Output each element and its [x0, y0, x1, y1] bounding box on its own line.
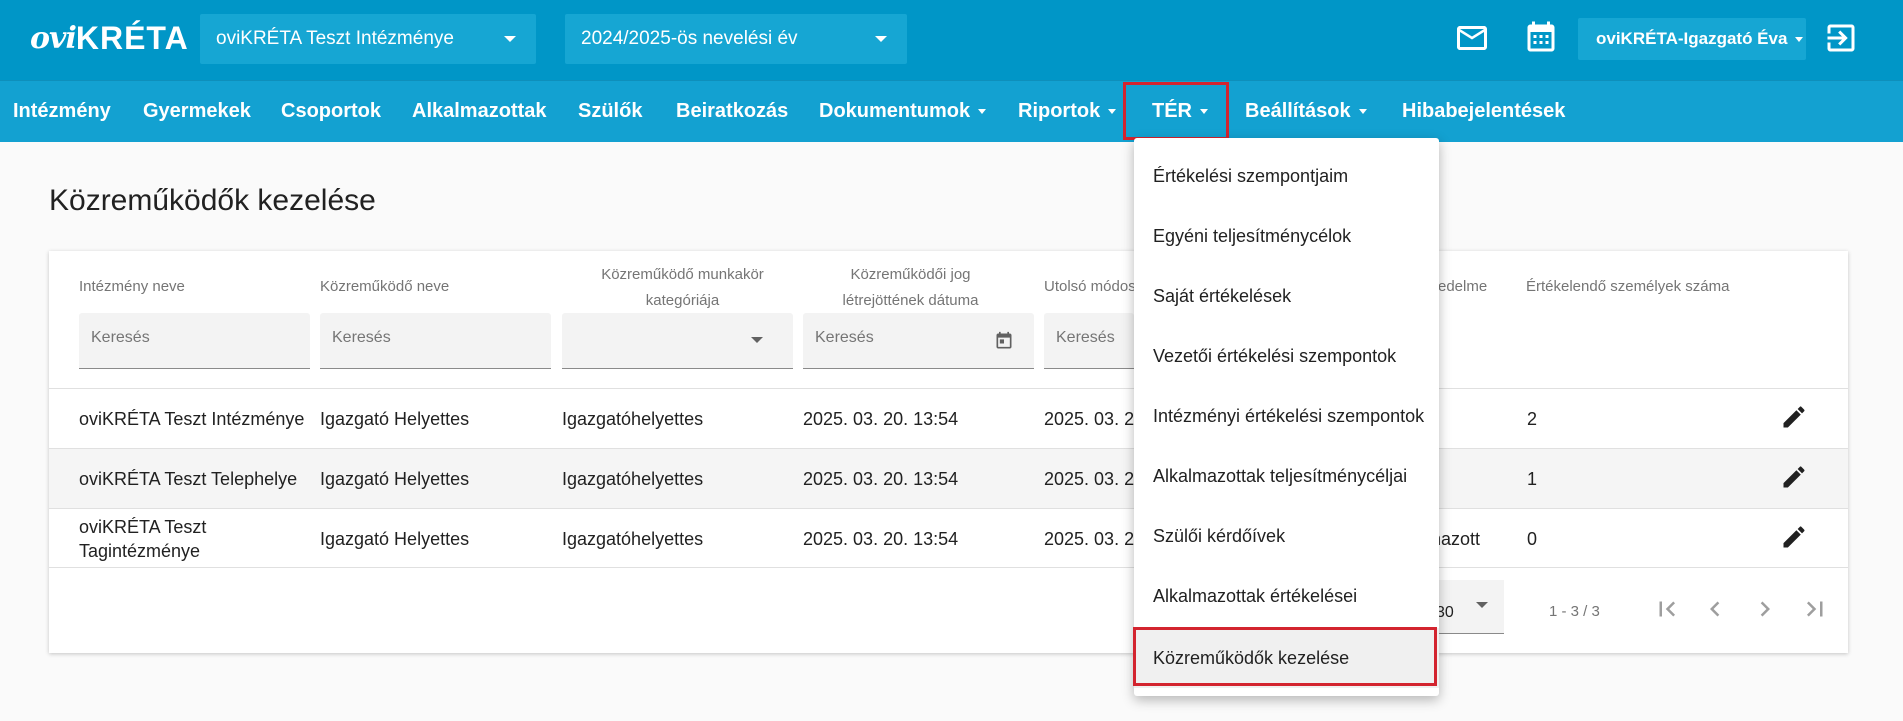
- cell-institution: oviKRÉTA Teszt Intézménye: [79, 409, 305, 429]
- first-page-icon[interactable]: [1652, 594, 1682, 624]
- cell-evaluated-count: 0: [1527, 529, 1538, 549]
- institution-search-input[interactable]: [79, 313, 310, 369]
- nav-item-label: Alkalmazottak: [412, 99, 547, 122]
- nav-item-csoportok[interactable]: Csoportok: [281, 80, 381, 142]
- chevron-down-icon: [978, 108, 987, 114]
- chevron-down-icon: [1358, 108, 1367, 114]
- nav-item-szulok[interactable]: Szülők: [578, 80, 642, 142]
- column-header-right-date[interactable]: Közreműködői jog létrejöttének dátuma: [818, 262, 1003, 314]
- chevron-down-icon: [504, 36, 516, 42]
- app-logo[interactable]: ovi KRÉTA: [30, 12, 189, 64]
- institution-search-field[interactable]: [91, 329, 241, 347]
- nav-item-label: Csoportok: [281, 99, 381, 122]
- chevron-down-icon: [1108, 108, 1117, 114]
- previous-page-icon[interactable]: [1700, 594, 1730, 624]
- chevron-down-icon: [1476, 602, 1488, 608]
- menu-item-intezmenyi-ertekelesi-szempontok[interactable]: Intézményi értékelési szempontok: [1134, 386, 1439, 446]
- nav-item-alkalmazottak[interactable]: Alkalmazottak: [412, 80, 547, 142]
- column-header-last-modified[interactable]: Utolsó módos: [1044, 274, 1136, 300]
- nav-item-label: Hibabejelentések: [1402, 99, 1566, 122]
- user-menu-button[interactable]: oviKRÉTA-Igazgató Éva: [1578, 18, 1806, 60]
- nav-item-label: Intézmény: [13, 99, 111, 122]
- column-header-evaluated-count[interactable]: Értékelendő személyek száma: [1526, 274, 1729, 300]
- edit-icon[interactable]: [1780, 463, 1808, 491]
- job-category-select[interactable]: [562, 313, 793, 369]
- cell-last-modified: 2025. 03. 2: [1044, 529, 1135, 549]
- nav-item-label: Szülők: [578, 99, 643, 122]
- logo-kreta-text: KRÉTA: [75, 19, 189, 56]
- menu-item-egyeni-teljesitmenycelok[interactable]: Egyéni teljesítménycélok: [1134, 206, 1439, 266]
- nav-item-riportok[interactable]: Riportok: [1018, 80, 1117, 142]
- nav-item-label: Dokumentumok: [819, 99, 971, 122]
- cell-job-category: Igazgatóhelyettes: [562, 409, 704, 429]
- ter-dropdown-menu: Értékelési szempontjaim Egyéni teljesítm…: [1134, 138, 1439, 696]
- logout-icon[interactable]: [1823, 20, 1859, 56]
- nav-item-label: Beállítások: [1245, 99, 1351, 122]
- nav-item-dokumentumok[interactable]: Dokumentumok: [819, 80, 987, 142]
- collaborator-search-input[interactable]: [320, 313, 551, 369]
- menu-item-highlight-box: [1133, 627, 1437, 686]
- cell-right-date: 2025. 03. 20. 13:54: [803, 409, 959, 429]
- pager-range: 1 - 3 / 3: [1549, 603, 1600, 620]
- nav-item-gyermekek[interactable]: Gyermekek: [143, 80, 251, 142]
- menu-item-szuloi-kerdoivek[interactable]: Szülői kérdőívek: [1134, 506, 1439, 566]
- nav-item-beallitasok[interactable]: Beállítások: [1245, 80, 1367, 142]
- cell-last-modified: 2025. 03. 2: [1044, 409, 1135, 429]
- cell-last-modified: 2025. 03. 2: [1044, 469, 1135, 489]
- menu-item-ertekelesi-szempontjaim[interactable]: Értékelési szempontjaim: [1134, 146, 1439, 206]
- menu-item-alkalmazottak-ertekelesei[interactable]: Alkalmazottak értékelései: [1134, 566, 1439, 626]
- cell-institution: oviKRÉTA Teszt Tagintézménye: [79, 517, 207, 561]
- cell-right-date: 2025. 03. 20. 13:54: [803, 529, 959, 549]
- mail-icon[interactable]: [1454, 20, 1490, 56]
- page-title: Közreműködők kezelése: [49, 184, 376, 217]
- collaborator-search-field[interactable]: [332, 329, 482, 347]
- nav-item-beiratkozas[interactable]: Beiratkozás: [676, 80, 788, 142]
- cell-collaborator-name: Igazgató Helyettes: [320, 409, 470, 429]
- nav-item-label: Beiratkozás: [676, 99, 789, 122]
- cell-institution: oviKRÉTA Teszt Telephelye: [79, 469, 298, 489]
- date-search-input[interactable]: [803, 313, 1034, 369]
- menu-item-vezetoi-ertekelesi-szempontok[interactable]: Vezetői értékelési szempontok: [1134, 326, 1439, 386]
- cell-job-category: Igazgatóhelyettes: [562, 469, 704, 489]
- last-modified-search-field[interactable]: [1056, 329, 1126, 347]
- column-header-partial[interactable]: edelme: [1438, 274, 1487, 300]
- cell-evaluated-count: 1: [1527, 469, 1538, 489]
- institution-select[interactable]: oviKRÉTA Teszt Intézménye: [200, 14, 536, 64]
- school-year-select[interactable]: 2024/2025-ös nevelési év: [565, 14, 907, 64]
- nav-item-label: Riportok: [1018, 99, 1101, 122]
- calendar-icon[interactable]: [1523, 20, 1559, 56]
- user-name: oviKRÉTA-Igazgató Éva: [1596, 29, 1788, 48]
- nav-ter-highlight-box: [1123, 82, 1229, 140]
- last-modified-search-input[interactable]: [1044, 313, 1134, 369]
- calendar-icon[interactable]: [994, 331, 1014, 356]
- edit-icon[interactable]: [1780, 403, 1808, 431]
- last-page-icon[interactable]: [1800, 594, 1830, 624]
- chevron-down-icon: [751, 337, 763, 343]
- edit-icon[interactable]: [1780, 523, 1808, 551]
- column-header-collaborator-name[interactable]: Közreműködő neve: [320, 274, 449, 300]
- cell-right-date: 2025. 03. 20. 13:54: [803, 469, 959, 489]
- chevron-down-icon: [1795, 36, 1804, 42]
- menu-item-alkalmazottak-teljesitmenycelai[interactable]: Alkalmazottak teljesítménycéljai: [1134, 446, 1439, 506]
- cell-collaborator-name: Igazgató Helyettes: [320, 469, 470, 489]
- logo-ovi-text: ovi: [30, 20, 77, 56]
- nav-item-hibabejelentesek[interactable]: Hibabejelentések: [1402, 80, 1565, 142]
- nav-item-label: Gyermekek: [143, 99, 251, 122]
- column-header-institution[interactable]: Intézmény neve: [79, 274, 185, 300]
- institution-select-value: oviKRÉTA Teszt Intézménye: [216, 28, 454, 49]
- date-search-field[interactable]: [815, 329, 965, 347]
- cell-collaborator-name: Igazgató Helyettes: [320, 529, 470, 549]
- chevron-down-icon: [875, 36, 887, 42]
- nav-item-intezmeny[interactable]: Intézmény: [13, 80, 111, 142]
- school-year-select-value: 2024/2025-ös nevelési év: [581, 28, 798, 49]
- cell-evaluated-count: 2: [1527, 409, 1538, 429]
- menu-item-sajat-ertekelesek[interactable]: Saját értékelések: [1134, 266, 1439, 326]
- next-page-icon[interactable]: [1750, 594, 1780, 624]
- column-header-job-category[interactable]: Közreműködő munkakör kategóriája: [570, 262, 795, 314]
- cell-job-category: Igazgatóhelyettes: [562, 529, 704, 549]
